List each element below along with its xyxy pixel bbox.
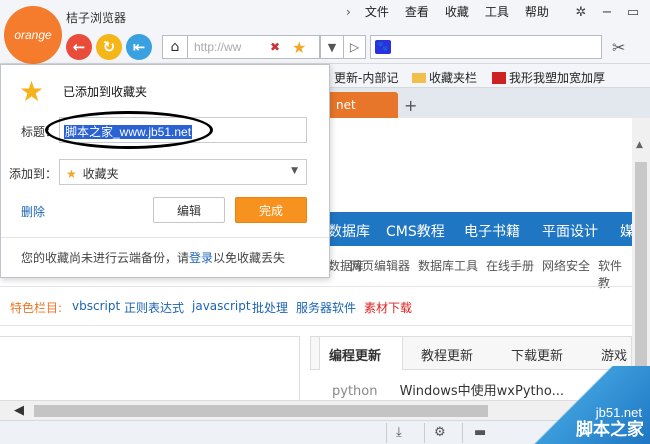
maximize-button[interactable]: ▭ [620, 2, 646, 22]
notice-text: 您的收藏尚未进行云端备份，请 [21, 251, 190, 265]
scroll-thumb[interactable] [635, 162, 647, 382]
site-icon [492, 72, 506, 84]
featured-link[interactable]: 素材下载 [364, 299, 412, 316]
featured-label: 特色栏目: [10, 301, 63, 315]
back-button[interactable]: ← [66, 34, 92, 60]
popup-header: 已添加到收藏夹 [63, 85, 148, 99]
minimize-button[interactable]: − [594, 2, 620, 22]
star-icon: ★ [19, 75, 45, 108]
folder-icon [412, 73, 426, 83]
favorite-star-icon[interactable]: ★ [292, 38, 306, 57]
bookmark-label: 我形我塑加宽加厚 [509, 71, 606, 85]
subnav-item[interactable]: 数据库工具 [418, 257, 478, 274]
search-engine-icon[interactable]: 🐾 [375, 40, 391, 54]
address-text: http://ww [194, 40, 242, 54]
favorite-added-popup: ★ 已添加到收藏夹 标题： 脚本之家_www.jb51.net 添加到： ★ 收… [0, 64, 330, 278]
featured-link[interactable]: vbscript [72, 299, 120, 313]
forward-button[interactable]: ↻ [96, 34, 122, 60]
download-icon[interactable]: ⤓ [396, 425, 402, 440]
window-controls: ✲ − ▭ [568, 2, 646, 22]
dropdown-arrow-icon: ▼ [291, 166, 298, 176]
new-tab-icon[interactable]: + [404, 96, 417, 115]
article-category: python [332, 384, 378, 399]
title-bar: 桔子浏览器 › 文件 查看 收藏 工具 帮助 ✲ − ▭ [0, 0, 650, 30]
featured-link[interactable]: 正则表达式 [124, 299, 184, 316]
divider [1, 237, 329, 238]
featured-columns: 特色栏目: vbscript 正则表达式 javascript 批处理 服务器软… [0, 286, 632, 326]
delete-link[interactable]: 删除 [21, 203, 45, 220]
toolbar: ← ↻ ⇤ ⌂ http://ww ✖ ★ ▼ ▷ 🐾 ✂ [0, 30, 650, 64]
backup-notice: 您的收藏尚未进行云端备份，请登录以免收藏丢失 [21, 249, 285, 266]
bookmark-folder-label: 收藏夹栏 [429, 71, 478, 85]
app-title: 桔子浏览器 [66, 11, 127, 25]
subnav-item[interactable]: 在线手册 [486, 257, 534, 274]
address-bar[interactable]: http://ww ✖ ★ [188, 35, 320, 59]
highlight-ellipse [45, 111, 213, 149]
browser-logo: orange [4, 6, 62, 64]
left-panel [0, 336, 300, 400]
page-close-icon[interactable]: ✖ [270, 40, 280, 54]
notice-text-end: 以免收藏丢失 [213, 251, 286, 265]
folder-select[interactable]: ★ 收藏夹 ▼ [59, 159, 307, 185]
scroll-thumb[interactable] [34, 405, 488, 417]
subnav-item[interactable]: 网络安全 [542, 257, 590, 274]
done-button[interactable]: 完成 [235, 197, 307, 223]
bookmark-item[interactable]: 更新-内部记 [334, 69, 398, 86]
refresh-button[interactable]: ⇤ [126, 34, 152, 60]
tab-tutorial[interactable]: 教程更新 [421, 345, 473, 364]
tab-active[interactable]: net [320, 92, 398, 118]
divider [424, 423, 425, 443]
bookmark-item[interactable]: 我形我塑加宽加厚 [492, 69, 605, 86]
menu-view[interactable]: 查看 [397, 4, 437, 20]
tab-programming[interactable]: 编程更新 [329, 345, 381, 364]
tab-games[interactable]: 游戏 [601, 345, 627, 364]
bookmark-folder[interactable]: 收藏夹栏 [412, 69, 477, 86]
login-link[interactable]: 登录 [189, 251, 213, 265]
menu-help[interactable]: 帮助 [517, 4, 557, 20]
chevron-down-icon[interactable]: ▼ [320, 35, 344, 59]
featured-link[interactable]: 服务器软件 [296, 299, 356, 316]
menu-tools[interactable]: 工具 [477, 4, 517, 20]
scissors-icon[interactable]: ✂ [612, 38, 625, 57]
chevron-right-icon[interactable]: › [340, 4, 357, 20]
subnav-item[interactable]: 网页编辑器 [350, 257, 410, 274]
edit-button[interactable]: 编辑 [153, 197, 225, 223]
skin-icon[interactable]: ✲ [568, 2, 594, 22]
menu-file[interactable]: 文件 [357, 4, 397, 20]
scroll-up-icon[interactable]: ▲ [636, 140, 643, 150]
nav-item[interactable]: 平面设计 [542, 221, 598, 241]
scroll-left-icon[interactable]: ◀ [14, 403, 24, 418]
divider [386, 423, 387, 443]
settings-icon[interactable]: ⚙ [434, 425, 446, 440]
update-tabs: 编程更新 教程更新 下载更新 游戏 [310, 336, 632, 370]
menu-bar: › 文件 查看 收藏 工具 帮助 [340, 4, 557, 20]
home-icon[interactable]: ⌂ [162, 35, 188, 59]
watermark-name: 脚本之家 [576, 420, 644, 440]
featured-link[interactable]: 批处理 [252, 299, 288, 316]
nav-item[interactable]: 媒 [620, 221, 632, 241]
tab-download[interactable]: 下载更新 [511, 345, 563, 364]
go-button[interactable]: ▷ [344, 35, 366, 59]
divider [462, 423, 463, 443]
folder-value: 收藏夹 [82, 167, 119, 181]
featured-link[interactable]: javascript [192, 299, 251, 313]
star-icon: ★ [66, 167, 77, 181]
vertical-scrollbar[interactable]: ▲ [632, 118, 650, 400]
nav-item[interactable]: 电子书籍 [464, 221, 520, 241]
menu-favorites[interactable]: 收藏 [437, 4, 477, 20]
window-icon[interactable]: ▬ [474, 425, 486, 440]
nav-item[interactable]: 数据库 [328, 221, 370, 241]
search-input[interactable]: 🐾 [370, 35, 602, 59]
folder-label: 添加到： [9, 167, 58, 181]
nav-item[interactable]: CMS教程 [386, 221, 445, 241]
watermark: jb51.net 脚本之家 [520, 366, 650, 444]
